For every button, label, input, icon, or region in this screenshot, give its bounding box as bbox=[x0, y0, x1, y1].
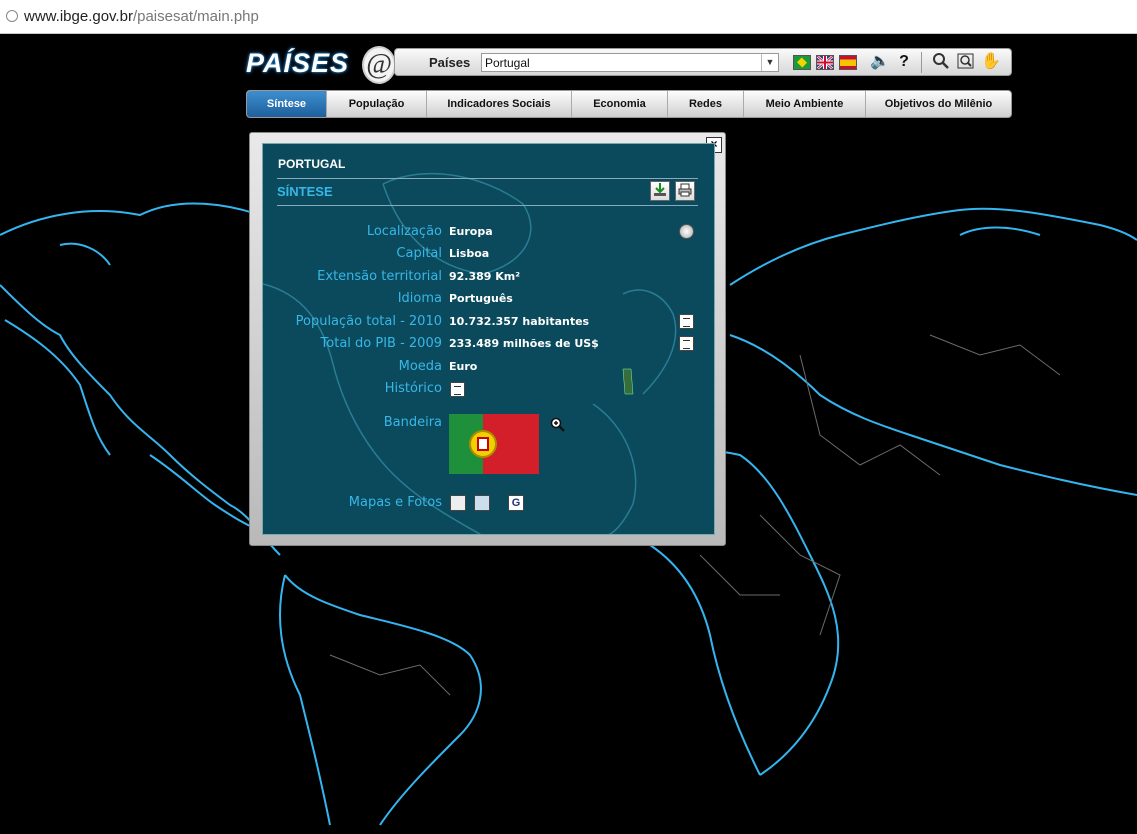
pan-hand-icon[interactable]: ✋ bbox=[980, 52, 1002, 72]
uk-flag-icon[interactable] bbox=[816, 55, 834, 70]
zoom-area-icon[interactable] bbox=[956, 52, 976, 72]
address-bar[interactable]: www.ibge.gov.br/paisesat/main.php bbox=[0, 0, 1137, 34]
map-icon[interactable] bbox=[450, 495, 466, 511]
tab-redes[interactable]: Redes bbox=[668, 91, 744, 117]
main-tabs: Síntese População Indicadores Sociais Ec… bbox=[246, 90, 1012, 118]
brazil-flag-icon[interactable] bbox=[793, 55, 811, 70]
currency-label: Moeda bbox=[398, 359, 442, 374]
paises-logo[interactable]: PAÍSES @ bbox=[246, 44, 396, 86]
gdp-value: 233.489 milhões de US$ bbox=[449, 337, 599, 350]
capital-value: Lisboa bbox=[449, 247, 490, 260]
population-document-icon[interactable] bbox=[679, 314, 694, 329]
zoom-in-icon[interactable] bbox=[550, 417, 566, 433]
gdp-label: Total do PIB - 2009 bbox=[320, 336, 442, 351]
toolbar-divider bbox=[921, 52, 922, 73]
country-select[interactable]: Portugal ▼ bbox=[481, 53, 779, 72]
language-value: Português bbox=[449, 292, 513, 305]
logo-at-mark: @ bbox=[362, 46, 396, 84]
google-icon[interactable]: G bbox=[508, 495, 524, 511]
tab-economia[interactable]: Economia bbox=[572, 91, 668, 117]
capital-label: Capital bbox=[396, 246, 442, 261]
print-icon[interactable] bbox=[675, 181, 695, 201]
location-label: Localização bbox=[366, 224, 442, 239]
search-icon[interactable] bbox=[931, 52, 951, 72]
maps-photos-label: Mapas e Fotos bbox=[348, 495, 442, 510]
country-synthesis-dialog: × PORTUGAL SÍNTESE Localização Europa Ca… bbox=[249, 132, 726, 546]
history-document-icon[interactable] bbox=[450, 382, 465, 397]
currency-value: Euro bbox=[449, 360, 478, 373]
sound-icon[interactable]: 🔈 bbox=[869, 52, 891, 72]
download-icon[interactable] bbox=[650, 181, 670, 201]
logo-text: PAÍSES bbox=[246, 48, 350, 78]
chevron-down-icon[interactable]: ▼ bbox=[761, 54, 778, 71]
population-label: População total - 2010 bbox=[295, 314, 442, 329]
country-select-value: Portugal bbox=[485, 56, 530, 70]
country-title: PORTUGAL bbox=[278, 157, 346, 171]
flag-shield bbox=[469, 430, 497, 458]
section-title: SÍNTESE bbox=[277, 184, 333, 199]
area-label: Extensão territorial bbox=[317, 269, 442, 284]
photo-icon[interactable] bbox=[474, 495, 490, 511]
location-value: Europa bbox=[449, 225, 493, 238]
section-header: SÍNTESE bbox=[277, 178, 698, 206]
top-toolbar: Países Portugal ▼ 🔈 ? ✋ bbox=[394, 48, 1012, 76]
site-info-icon[interactable] bbox=[6, 10, 18, 22]
tab-objetivos-do-milenio[interactable]: Objetivos do Milênio bbox=[866, 91, 1011, 117]
area-value: 92.389 Km² bbox=[449, 270, 521, 283]
spain-flag-icon[interactable] bbox=[839, 55, 857, 70]
help-icon[interactable]: ? bbox=[895, 52, 913, 72]
tab-meio-ambiente[interactable]: Meio Ambiente bbox=[744, 91, 866, 117]
history-label: Histórico bbox=[384, 381, 442, 396]
flag-label: Bandeira bbox=[383, 415, 442, 430]
countries-label: Países bbox=[429, 55, 471, 70]
tab-populacao[interactable]: População bbox=[327, 91, 427, 117]
synthesis-panel: PORTUGAL SÍNTESE Localização Europa Capi… bbox=[262, 143, 715, 535]
globe-icon[interactable] bbox=[679, 224, 694, 239]
gdp-document-icon[interactable] bbox=[679, 336, 694, 351]
tab-indicadores-sociais[interactable]: Indicadores Sociais bbox=[427, 91, 572, 117]
language-label: Idioma bbox=[397, 291, 442, 306]
population-value: 10.732.357 habitantes bbox=[449, 315, 590, 328]
url-text[interactable]: www.ibge.gov.br/paisesat/main.php bbox=[24, 8, 259, 25]
tab-sintese[interactable]: Síntese bbox=[247, 91, 327, 117]
portugal-flag-image bbox=[449, 414, 539, 474]
